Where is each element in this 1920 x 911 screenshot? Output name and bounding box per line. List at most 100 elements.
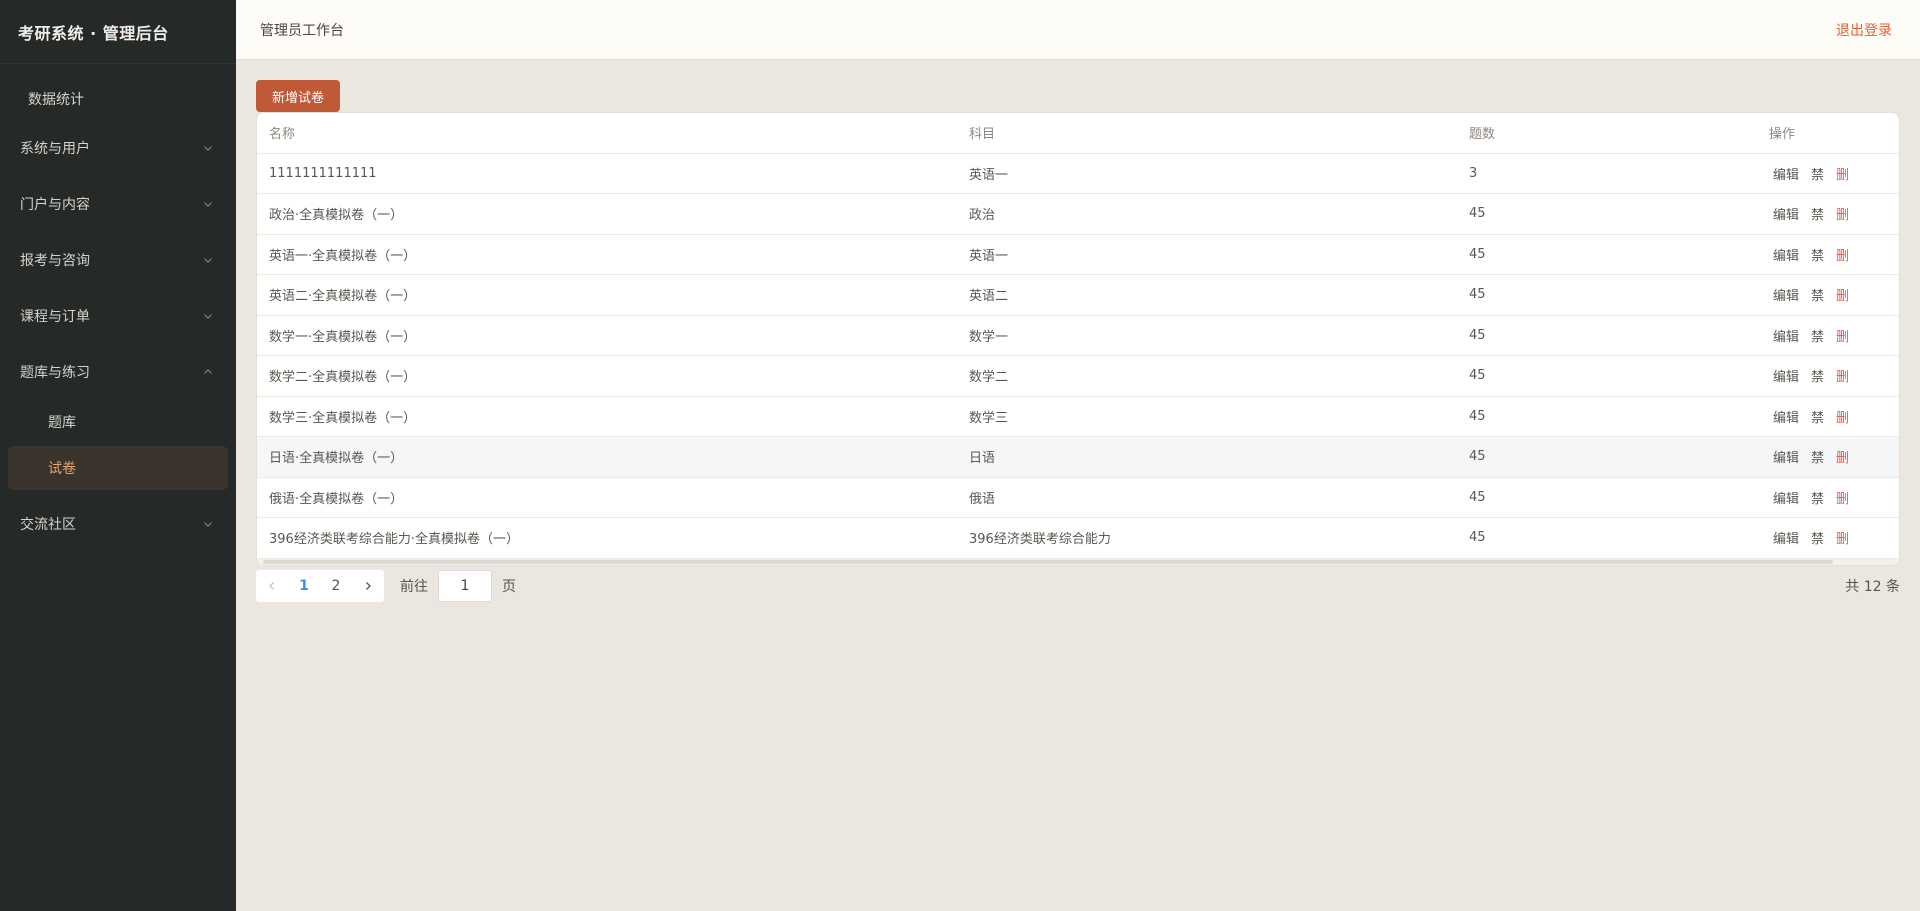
page-button-2[interactable]: 2 [320,570,352,602]
edit-button[interactable]: 编辑 [1773,285,1799,304]
cell-name: 数学三·全真模拟卷（一） [257,396,957,437]
row-actions: 编辑禁删 [1769,366,1889,385]
delete-button[interactable]: 删 [1836,164,1849,183]
prev-page-button[interactable] [256,570,288,602]
disable-button[interactable]: 禁 [1811,245,1824,264]
sidebar-item-question-bank[interactable]: 题库 [8,400,228,444]
app-root: 考研系统 · 管理后台 数据统计 系统与用户 门户与内容 报考与咨询 课程与订单… [0,0,1920,911]
edit-button[interactable]: 编辑 [1773,204,1799,223]
chevron-down-icon [202,310,214,322]
table-row: 日语·全真模拟卷（一） 日语 45 编辑禁删 [257,436,1899,478]
add-paper-button[interactable]: 新增试卷 [256,80,341,112]
cell-subject: 英语二 [957,274,1457,316]
cell-count: 45 [1457,315,1757,356]
chevron-right-icon [366,581,371,590]
row-actions: 编辑禁删 [1769,285,1889,304]
cell-count: 45 [1457,234,1757,275]
next-page-button[interactable] [352,570,384,602]
edit-button[interactable]: 编辑 [1773,447,1799,466]
chevron-down-icon [202,198,214,210]
page-title: 管理员工作台 [260,22,344,39]
cell-name: 政治·全真模拟卷（一） [257,193,957,235]
pagination-row: 1 2 前往 页 共 12 条 [256,569,1900,602]
sidebar-group-question-practice[interactable]: 题库与练习 [0,344,236,400]
goto-suffix: 页 [502,578,516,595]
scrollbar-thumb[interactable] [263,559,1833,564]
cell-name: 英语二·全真模拟卷（一） [257,274,957,316]
edit-button[interactable]: 编辑 [1773,245,1799,264]
sidebar-group-course-orders[interactable]: 课程与订单 [0,288,236,344]
goto-page-input[interactable] [438,569,492,602]
logout-link[interactable]: 退出登录 [1836,20,1892,40]
delete-button[interactable]: 删 [1836,245,1849,264]
edit-button[interactable]: 编辑 [1773,326,1799,345]
edit-button[interactable]: 编辑 [1773,528,1799,547]
goto-prefix: 前往 [400,578,428,595]
edit-button[interactable]: 编辑 [1773,488,1799,507]
papers-table-card: 名称 科目 题数 操作 1111111111111 英语一 3 编辑禁删政治·全真模拟… [256,112,1900,566]
cell-actions: 编辑禁删 [1757,274,1899,316]
chevron-up-icon [202,366,214,378]
horizontal-scrollbar[interactable] [257,558,1899,565]
row-actions: 编辑禁删 [1769,326,1889,345]
disable-button[interactable]: 禁 [1811,285,1824,304]
table-row: 数学三·全真模拟卷（一） 数学三 45 编辑禁删 [257,396,1899,437]
cell-count: 45 [1457,193,1757,235]
sidebar: 考研系统 · 管理后台 数据统计 系统与用户 门户与内容 报考与咨询 课程与订单… [0,0,236,911]
table-row: 俄语·全真模拟卷（一） 俄语 45 编辑禁删 [257,477,1899,518]
sidebar-item-exam-papers[interactable]: 试卷 [8,446,228,490]
sidebar-group-community[interactable]: 交流社区 [0,496,236,552]
cell-name: 数学一·全真模拟卷（一） [257,315,957,356]
edit-button[interactable]: 编辑 [1773,366,1799,385]
edit-button[interactable]: 编辑 [1773,164,1799,183]
table-row: 英语一·全真模拟卷（一） 英语一 45 编辑禁删 [257,234,1899,275]
delete-button[interactable]: 删 [1836,407,1849,426]
disable-button[interactable]: 禁 [1811,528,1824,547]
table-row: 英语二·全真模拟卷（一） 英语二 45 编辑禁删 [257,274,1899,316]
cell-count: 45 [1457,355,1757,397]
sidebar-group-label: 课程与订单 [20,309,90,325]
sidebar-group-system-users[interactable]: 系统与用户 [0,120,236,176]
cell-name: 日语·全真模拟卷（一） [257,436,957,478]
content-area: 新增试卷 名称 科目 题数 操作 1111111111111 英语一 3 编辑 … [236,60,1920,602]
delete-button[interactable]: 删 [1836,447,1849,466]
delete-button[interactable]: 删 [1836,488,1849,507]
sidebar-group-label: 题库与练习 [20,365,90,381]
edit-button[interactable]: 编辑 [1773,407,1799,426]
delete-button[interactable]: 删 [1836,204,1849,223]
disable-button[interactable]: 禁 [1811,447,1824,466]
delete-button[interactable]: 删 [1836,366,1849,385]
sidebar-group-exam-consult[interactable]: 报考与咨询 [0,232,236,288]
sidebar-group-label: 交流社区 [20,517,76,533]
row-actions: 编辑禁删 [1769,164,1889,183]
cell-actions: 编辑禁删 [1757,193,1899,235]
sidebar-group-portal-content[interactable]: 门户与内容 [0,176,236,232]
delete-button[interactable]: 删 [1836,326,1849,345]
page-button-1[interactable]: 1 [288,570,320,602]
table-header-row: 名称 科目 题数 操作 [257,113,1899,154]
column-header-count[interactable]: 题数 [1457,113,1757,154]
disable-button[interactable]: 禁 [1811,164,1824,183]
cell-name: 俄语·全真模拟卷（一） [257,477,957,518]
cell-actions: 编辑禁删 [1757,436,1899,478]
disable-button[interactable]: 禁 [1811,326,1824,345]
delete-button[interactable]: 删 [1836,528,1849,547]
disable-button[interactable]: 禁 [1811,407,1824,426]
delete-button[interactable]: 删 [1836,285,1849,304]
cell-subject: 数学三 [957,396,1457,437]
table-row: 396经济类联考综合能力·全真模拟卷（一） 396经济类联考综合能力 45 编辑禁删 [257,517,1899,559]
column-header-subject[interactable]: 科目 [957,113,1457,154]
column-header-name[interactable]: 名称 [257,113,957,154]
cell-count: 45 [1457,436,1757,478]
row-actions: 编辑禁删 [1769,204,1889,223]
sidebar-item-stats[interactable]: 数据统计 [0,78,236,120]
row-actions: 编辑禁删 [1769,245,1889,264]
sidebar-group-label: 报考与咨询 [20,253,90,269]
disable-button[interactable]: 禁 [1811,204,1824,223]
cell-subject: 数学一 [957,315,1457,356]
cell-subject: 英语一 [957,234,1457,275]
table-row: 数学一·全真模拟卷（一） 数学一 45 编辑禁删 [257,315,1899,356]
disable-button[interactable]: 禁 [1811,488,1824,507]
disable-button[interactable]: 禁 [1811,366,1824,385]
table-row: 政治·全真模拟卷（一） 政治 45 编辑禁删 [257,193,1899,235]
